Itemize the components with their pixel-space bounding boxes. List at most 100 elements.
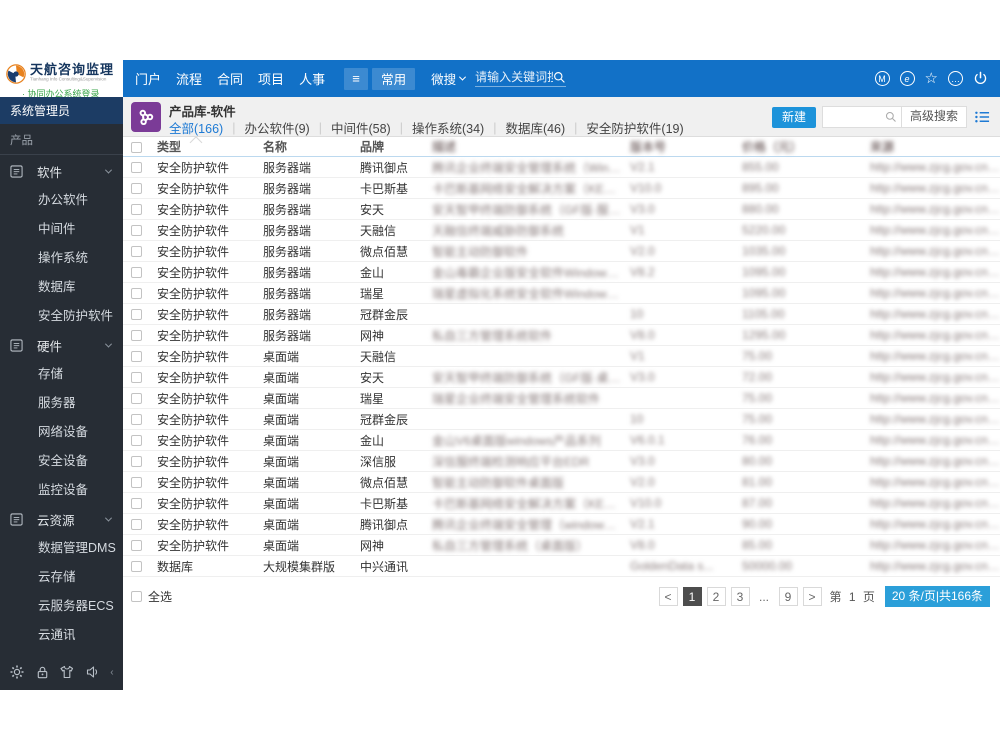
theme-shirt-icon[interactable] bbox=[59, 664, 75, 680]
cell-brand: 瑞星 bbox=[360, 286, 385, 301]
list-view-icon[interactable] bbox=[975, 110, 990, 124]
sidebar-item[interactable]: 中间件 bbox=[0, 215, 123, 244]
cell-price: 895.00 bbox=[742, 181, 779, 195]
page-size-badge[interactable]: 20 条/页|共166条 bbox=[884, 586, 990, 607]
table-row: 安全防护软件 服务器端 金山 金山毒霸企业版安全软件Windows服务器版V8.2 10… bbox=[123, 262, 1000, 283]
nav-menu-button[interactable]: ≡ bbox=[344, 67, 369, 90]
tab-2[interactable]: 办公软件(9) bbox=[244, 118, 309, 137]
new-button[interactable]: 新建 bbox=[771, 106, 816, 128]
sidebar-item[interactable]: 云服务器ECS bbox=[0, 592, 123, 621]
row-checkbox[interactable] bbox=[131, 561, 142, 573]
tab-5[interactable]: 数据库(46) bbox=[505, 118, 565, 137]
page-button-9[interactable]: 9 bbox=[778, 587, 798, 606]
sidebar-item[interactable]: 操作系统 bbox=[0, 244, 123, 273]
row-checkbox[interactable] bbox=[131, 540, 142, 552]
collapse-chevron-icon[interactable]: ‹ bbox=[110, 667, 113, 678]
sidebar-group-1[interactable]: 软件 bbox=[0, 157, 123, 186]
advanced-search-button[interactable]: 高级搜索 bbox=[900, 106, 966, 128]
sidebar-item[interactable]: 数据库 bbox=[0, 273, 123, 302]
m-badge-icon[interactable]: M bbox=[874, 71, 890, 86]
page-button->[interactable]: > bbox=[802, 587, 822, 606]
sound-speaker-icon[interactable] bbox=[85, 664, 101, 680]
nav-item-4[interactable]: 项目 bbox=[258, 69, 284, 88]
more-icon[interactable]: … bbox=[948, 71, 963, 86]
column-header-price[interactable]: 价格（元） bbox=[724, 138, 870, 155]
lock-icon[interactable] bbox=[35, 665, 50, 680]
column-header-type[interactable]: 类型 bbox=[157, 138, 263, 155]
cell-brand: 中兴通讯 bbox=[360, 559, 409, 574]
row-checkbox[interactable] bbox=[131, 477, 142, 489]
row-checkbox[interactable] bbox=[131, 519, 142, 531]
sidebar-item[interactable]: 安全设备 bbox=[0, 447, 123, 476]
cell-name: 大规模集群版 bbox=[263, 559, 336, 574]
tab-6[interactable]: 安全防护软件(19) bbox=[586, 118, 683, 137]
search-icon[interactable] bbox=[553, 71, 566, 84]
row-checkbox[interactable] bbox=[131, 435, 142, 447]
row-checkbox[interactable] bbox=[131, 372, 142, 384]
cell-price: 50000.00 bbox=[742, 559, 793, 573]
sidebar-item[interactable]: 网络设备 bbox=[0, 418, 123, 447]
settings-gear-icon[interactable] bbox=[9, 664, 25, 680]
row-checkbox[interactable] bbox=[131, 393, 142, 405]
category-icon bbox=[10, 513, 23, 526]
row-checkbox[interactable] bbox=[131, 309, 142, 321]
page-button-3[interactable]: 3 bbox=[730, 587, 750, 606]
sidebar-item[interactable]: 云通讯 bbox=[0, 621, 123, 650]
row-checkbox[interactable] bbox=[131, 456, 142, 468]
cell-price: 76.00 bbox=[742, 433, 773, 447]
cell-version: V1 bbox=[630, 349, 645, 363]
power-icon[interactable] bbox=[973, 71, 988, 86]
cell-brand: 安天 bbox=[360, 202, 385, 217]
row-checkbox[interactable] bbox=[131, 288, 142, 300]
cell-name: 服务器端 bbox=[263, 244, 312, 259]
column-header-desc[interactable]: 描述 bbox=[432, 138, 630, 155]
search-icon[interactable] bbox=[885, 111, 897, 123]
select-all-checkbox[interactable] bbox=[131, 591, 142, 602]
tab-4[interactable]: 操作系统(34) bbox=[412, 118, 484, 137]
tab-3[interactable]: 中间件(58) bbox=[331, 118, 391, 137]
page-button-2[interactable]: 2 bbox=[706, 587, 726, 606]
row-checkbox[interactable] bbox=[131, 162, 142, 174]
page-button-1[interactable]: 1 bbox=[682, 587, 702, 606]
favorite-star-icon[interactable]: ☆ bbox=[925, 71, 938, 86]
message-icon[interactable]: e bbox=[899, 71, 915, 86]
row-checkbox[interactable] bbox=[131, 351, 142, 363]
row-checkbox[interactable] bbox=[131, 414, 142, 426]
row-checkbox[interactable] bbox=[131, 267, 142, 279]
sidebar-item[interactable]: 服务器 bbox=[0, 389, 123, 418]
nav-favorites-button[interactable]: 常用 bbox=[372, 67, 416, 90]
page-jump-label[interactable]: 第 1 页 bbox=[830, 588, 877, 605]
table-search-input[interactable] bbox=[822, 111, 881, 123]
global-search-input[interactable] bbox=[475, 70, 554, 84]
search-scope-dropdown[interactable]: 微搜 bbox=[431, 69, 467, 88]
cell-type: 安全防护软件 bbox=[157, 433, 230, 448]
cell-brand: 瑞星 bbox=[360, 391, 385, 406]
column-header-brand[interactable]: 品牌 bbox=[360, 138, 432, 155]
cell-price: 1035.00 bbox=[742, 244, 786, 258]
nav-item-5[interactable]: 人事 bbox=[299, 69, 325, 88]
sidebar-item[interactable]: 安全防护软件 bbox=[0, 302, 123, 331]
column-header-name[interactable]: 名称 bbox=[263, 138, 360, 155]
row-checkbox[interactable] bbox=[131, 225, 142, 237]
nav-item-2[interactable]: 流程 bbox=[176, 69, 202, 88]
select-all-checkbox[interactable] bbox=[131, 141, 142, 153]
column-header-version[interactable]: 版本号 bbox=[630, 138, 724, 155]
row-checkbox[interactable] bbox=[131, 330, 142, 342]
row-checkbox[interactable] bbox=[131, 498, 142, 510]
sidebar-item[interactable]: 存储 bbox=[0, 360, 123, 389]
sidebar-item[interactable]: 云存储 bbox=[0, 563, 123, 592]
sidebar-item[interactable]: 数据管理DMS bbox=[0, 534, 123, 563]
row-checkbox[interactable] bbox=[131, 246, 142, 258]
sidebar-item[interactable]: 监控设备 bbox=[0, 476, 123, 505]
sidebar-group-2[interactable]: 硬件 bbox=[0, 331, 123, 360]
sidebar-group-3[interactable]: 云资源 bbox=[0, 505, 123, 534]
column-header-source[interactable]: 来源 bbox=[870, 138, 1000, 155]
row-checkbox[interactable] bbox=[131, 204, 142, 216]
row-checkbox[interactable] bbox=[131, 183, 142, 195]
nav-item-3[interactable]: 合同 bbox=[217, 69, 243, 88]
sidebar-item[interactable]: 办公软件 bbox=[0, 186, 123, 215]
nav-item-1[interactable]: 门户 bbox=[135, 69, 161, 88]
tab-1[interactable]: 全部(166) bbox=[169, 118, 223, 137]
select-all-control[interactable]: 全选 bbox=[131, 588, 172, 605]
page-button-<[interactable]: < bbox=[658, 587, 678, 606]
